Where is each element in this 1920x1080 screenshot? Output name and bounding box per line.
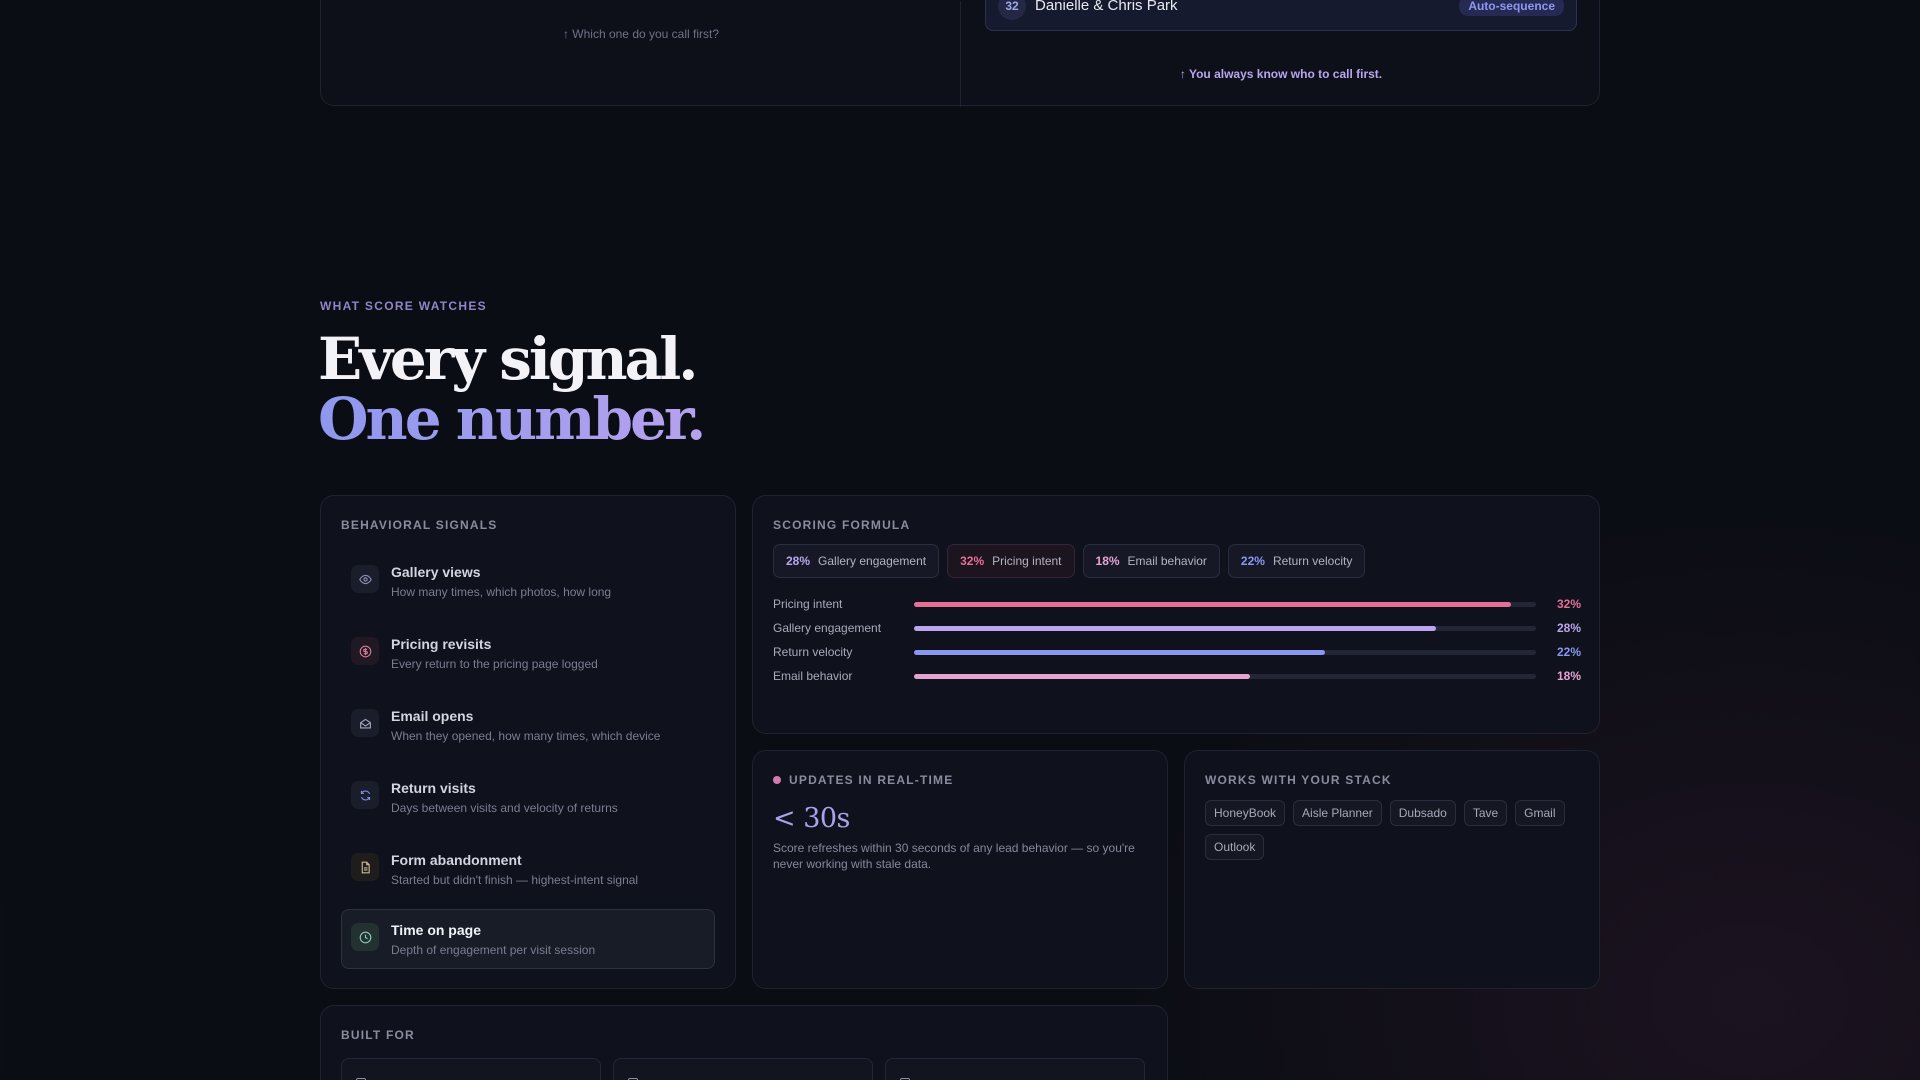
weight-bar-track xyxy=(914,626,1536,631)
formula-chips: 28% Gallery engagement 32% Pricing inten… xyxy=(773,544,1366,578)
dollar-icon xyxy=(351,637,379,665)
integration-tag[interactable]: Gmail xyxy=(1515,800,1565,826)
right-caption: ↑ You always know who to call first. xyxy=(1179,67,1383,81)
lead-row[interactable]: 32 Danielle & Chris Park Auto-sequence xyxy=(985,0,1577,31)
scoring-formula-panel: SCORING FORMULA 28% Gallery engagement 3… xyxy=(752,495,1600,734)
signal-time-on-page[interactable]: Time on page Depth of engagement per vis… xyxy=(341,909,715,969)
comparison-divider xyxy=(960,1,961,107)
signal-desc: Started but didn't finish — highest-inte… xyxy=(391,873,639,887)
weight-bar-label: Email behavior xyxy=(773,669,853,683)
panel-title: UPDATES IN REAL-TIME xyxy=(789,773,954,787)
weight-bar-row: Return velocity 22% xyxy=(773,644,1581,668)
built-for-card[interactable] xyxy=(341,1058,601,1080)
signal-name: Time on page xyxy=(391,922,481,938)
built-for-panel: BUILT FOR xyxy=(320,1005,1168,1080)
realtime-desc: Score refreshes within 30 seconds of any… xyxy=(773,841,1135,871)
weight-bar-label: Gallery engagement xyxy=(773,621,882,635)
panel-title: BUILT FOR xyxy=(341,1028,415,1042)
integration-tag[interactable]: Outlook xyxy=(1205,834,1265,860)
weight-bar-label: Pricing intent xyxy=(773,597,843,611)
signal-return-visits[interactable]: Return visits Days between visits and ve… xyxy=(341,767,715,827)
chip-percent: 28% xyxy=(786,554,811,568)
weight-bar-value: 18% xyxy=(1556,669,1581,683)
weight-bars: Pricing intent 32% Gallery engagement 28% Re… xyxy=(773,596,1581,692)
chip-gallery-engagement[interactable]: 28% Gallery engagement xyxy=(773,544,940,578)
signal-name: Return visits xyxy=(391,780,476,796)
realtime-panel: UPDATES IN REAL-TIME < 30s Score refresh… xyxy=(752,750,1168,989)
lead-name: Danielle & Chris Park xyxy=(1035,0,1178,14)
weight-bar-value: 22% xyxy=(1556,645,1581,659)
chip-percent: 18% xyxy=(1095,554,1120,568)
signal-email-opens[interactable]: Email opens When they opened, how many t… xyxy=(341,695,715,755)
signal-name: Form abandonment xyxy=(391,852,522,868)
section-eyebrow: WHAT SCORE WATCHES xyxy=(320,299,487,313)
weight-bar-track xyxy=(914,602,1536,607)
signal-desc: Every return to the pricing page logged xyxy=(391,657,598,671)
behavioral-signals-panel: BEHAVIORAL SIGNALS Gallery views How man… xyxy=(320,495,736,989)
weight-bar-label: Return velocity xyxy=(773,645,853,659)
chip-pricing-intent[interactable]: 32% Pricing intent xyxy=(947,544,1075,578)
eye-icon xyxy=(351,565,379,593)
weight-bar-track xyxy=(914,650,1536,655)
integration-tag[interactable]: Tave xyxy=(1463,800,1508,826)
integration-tag[interactable]: Aisle Planner xyxy=(1293,800,1382,826)
refresh-icon xyxy=(351,781,379,809)
panel-title: BEHAVIORAL SIGNALS xyxy=(341,518,498,532)
document-icon xyxy=(351,853,379,881)
integration-list: HoneyBook Aisle Planner Dubsado Tave Gma… xyxy=(1205,800,1585,860)
weight-bar-fill xyxy=(914,674,1250,679)
signal-name: Gallery views xyxy=(391,564,481,580)
weight-bar-fill xyxy=(914,626,1437,631)
signal-desc: Days between visits and velocity of retu… xyxy=(391,801,618,815)
integration-tag[interactable]: HoneyBook xyxy=(1205,800,1286,826)
signal-form-abandonment[interactable]: Form abandonment Started but didn't fini… xyxy=(341,839,715,899)
weight-bar-fill xyxy=(914,602,1512,607)
chip-label: Gallery engagement xyxy=(818,554,927,568)
signal-name: Pricing revisits xyxy=(391,636,492,652)
weight-bar-row: Email behavior 18% xyxy=(773,668,1581,692)
weight-bar-value: 28% xyxy=(1556,621,1581,635)
auto-sequence-badge: Auto-sequence xyxy=(1459,0,1564,16)
built-for-card[interactable] xyxy=(613,1058,873,1080)
panel-title: SCORING FORMULA xyxy=(773,518,911,532)
signal-name: Email opens xyxy=(391,708,474,724)
signal-gallery-views[interactable]: Gallery views How many times, which phot… xyxy=(341,551,715,611)
weight-bar-value: 32% xyxy=(1556,597,1581,611)
chip-percent: 32% xyxy=(960,554,985,568)
built-for-card[interactable] xyxy=(885,1058,1145,1080)
envelope-open-icon xyxy=(351,709,379,737)
weight-bar-row: Pricing intent 32% xyxy=(773,596,1581,620)
stack-panel: WORKS WITH YOUR STACK HoneyBook Aisle Pl… xyxy=(1184,750,1600,989)
chip-return-velocity[interactable]: 22% Return velocity xyxy=(1227,544,1366,578)
signal-desc: Depth of engagement per visit session xyxy=(391,943,596,957)
clock-icon xyxy=(351,923,379,951)
weight-bar-fill xyxy=(914,650,1325,655)
integration-tag[interactable]: Dubsado xyxy=(1389,800,1456,826)
signal-desc: How many times, which photos, how long xyxy=(391,585,612,599)
chip-label: Return velocity xyxy=(1272,554,1353,568)
weight-bar-row: Gallery engagement 28% xyxy=(773,620,1581,644)
weight-bar-track xyxy=(914,674,1536,679)
chip-label: Pricing intent xyxy=(992,554,1062,568)
chip-label: Email behavior xyxy=(1127,554,1207,568)
signal-pricing-revisits[interactable]: Pricing revisits Every return to the pri… xyxy=(341,623,715,683)
signal-desc: When they opened, how many times, which … xyxy=(391,729,661,743)
left-caption: ↑ Which one do you call first? xyxy=(562,27,720,41)
headline-line-2: One number. xyxy=(318,385,706,453)
chip-email-behavior[interactable]: 18% Email behavior xyxy=(1082,544,1220,578)
chip-percent: 22% xyxy=(1240,554,1265,568)
lead-score-badge: 32 xyxy=(998,0,1026,20)
refresh-metric: < 30s xyxy=(773,803,850,834)
panel-title: WORKS WITH YOUR STACK xyxy=(1205,773,1392,787)
live-dot xyxy=(773,776,781,784)
comparison-card: ↑ Which one do you call first? 32 Daniel… xyxy=(320,0,1600,107)
